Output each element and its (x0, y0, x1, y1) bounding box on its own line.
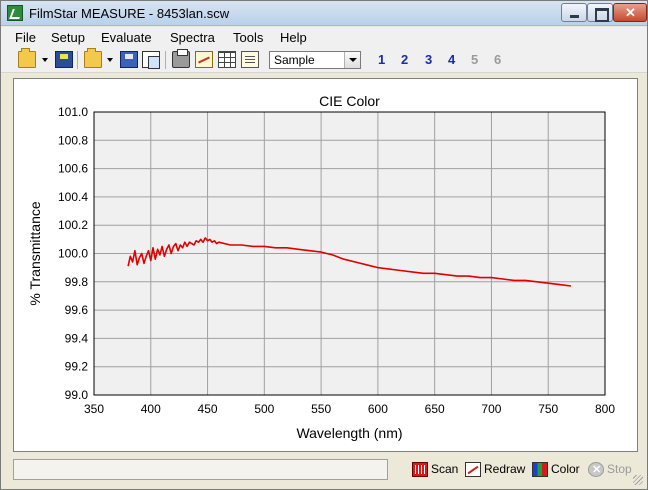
close-button[interactable] (613, 3, 647, 22)
save-disk-icon[interactable] (120, 51, 138, 68)
menu-evaluate[interactable]: Evaluate (101, 30, 152, 45)
menu-tools[interactable]: Tools (233, 30, 263, 45)
curve-3-button[interactable]: 3 (425, 52, 432, 67)
y-axis-label: % Transmittance (27, 201, 43, 305)
menu-setup[interactable]: Setup (51, 30, 85, 45)
toolbar: Sample 1 2 3 4 5 6 (1, 47, 647, 73)
status-bar: Scan Redraw Color Stop (1, 456, 647, 489)
stop-label: Stop (607, 462, 632, 476)
x-tick-label: 350 (84, 402, 104, 416)
y-tick-label: 99.2 (65, 360, 89, 374)
status-text-field (13, 459, 388, 480)
menu-help[interactable]: Help (280, 30, 307, 45)
save-disk-icon[interactable] (55, 51, 73, 68)
scan-icon (412, 462, 428, 477)
table-icon[interactable] (218, 51, 236, 68)
x-tick-label: 750 (538, 402, 558, 416)
y-tick-label: 99.0 (65, 388, 89, 402)
redraw-button[interactable]: Redraw (465, 461, 527, 479)
minimize-button[interactable] (561, 3, 587, 22)
menu-spectra[interactable]: Spectra (170, 30, 215, 45)
chart-icon[interactable] (195, 51, 213, 68)
color-icon (532, 462, 548, 477)
y-tick-label: 101.0 (58, 105, 88, 119)
sample-select[interactable]: Sample (269, 51, 361, 69)
y-tick-label: 99.4 (65, 331, 89, 345)
curve-6-button[interactable]: 6 (494, 52, 501, 67)
notes-icon[interactable] (241, 51, 259, 68)
copy-icon[interactable] (142, 51, 160, 69)
redraw-label: Redraw (484, 462, 526, 476)
menu-help-label: Help (280, 30, 307, 45)
menu-bar: File Setup Evaluate Spectra Tools Help (1, 27, 647, 47)
y-tick-label: 100.8 (58, 133, 88, 147)
x-tick-label: 650 (425, 402, 445, 416)
x-tick-label: 450 (198, 402, 218, 416)
x-tick-label: 600 (368, 402, 388, 416)
sample-select-value: Sample (274, 53, 315, 67)
app-window: FilmStar MEASURE - 8453lan.scw File Setu… (0, 0, 648, 490)
redraw-icon (465, 462, 481, 477)
curve-1-button[interactable]: 1 (378, 52, 385, 67)
chevron-down-icon[interactable] (344, 52, 360, 68)
menu-spectra-label: Spectra (170, 30, 215, 45)
toolbar-separator (165, 51, 166, 69)
open-dropdown-caret[interactable] (107, 58, 113, 62)
color-button[interactable]: Color (532, 461, 584, 479)
open-folder-icon[interactable] (18, 48, 36, 68)
menu-file-label: File (15, 30, 36, 45)
x-axis-label: Wavelength (nm) (296, 425, 402, 441)
scan-button[interactable]: Scan (412, 461, 460, 479)
stop-button[interactable]: Stop (588, 461, 634, 479)
y-tick-label: 100.6 (58, 162, 88, 176)
maximize-button[interactable] (587, 3, 613, 22)
y-tick-label: 100.4 (58, 190, 88, 204)
curve-2-button[interactable]: 2 (401, 52, 408, 67)
plot-panel: 350 400 450 500 550 600 650 700 750 800 99.0 99.2 99… (13, 78, 638, 452)
menu-tools-label: Tools (233, 30, 264, 45)
window-title: FilmStar MEASURE - 8453lan.scw (29, 6, 230, 21)
open-dropdown-caret[interactable] (42, 58, 48, 62)
color-label: Color (551, 462, 580, 476)
curve-5-button[interactable]: 5 (471, 52, 478, 67)
x-tick-label: 800 (595, 402, 615, 416)
x-tick-label: 500 (254, 402, 274, 416)
resize-grip[interactable] (633, 475, 643, 485)
y-tick-label: 100.2 (58, 218, 88, 232)
y-tick-label: 100.0 (58, 247, 88, 261)
chart-title: CIE Color (319, 93, 380, 109)
filmstar-icon[interactable] (7, 5, 23, 21)
y-tick-label: 99.8 (65, 275, 89, 289)
scan-label: Scan (431, 462, 459, 476)
y-tick-label: 99.6 (65, 303, 89, 317)
x-tick-label: 550 (311, 402, 331, 416)
menu-evaluate-label: Evaluate (101, 30, 152, 45)
x-tick-label: 400 (141, 402, 161, 416)
menu-setup-label: Setup (51, 30, 85, 45)
menu-file[interactable]: File (15, 30, 36, 45)
curve-4-button[interactable]: 4 (448, 52, 455, 67)
transmittance-chart: 350 400 450 500 550 600 650 700 750 800 99.0 99.2 99… (27, 93, 615, 441)
toolbar-separator (77, 51, 78, 69)
title-bar[interactable]: FilmStar MEASURE - 8453lan.scw (1, 1, 647, 26)
stop-icon (588, 462, 604, 477)
x-tick-label: 700 (481, 402, 501, 416)
open-folder-icon[interactable] (84, 48, 102, 68)
print-icon[interactable] (172, 49, 190, 68)
